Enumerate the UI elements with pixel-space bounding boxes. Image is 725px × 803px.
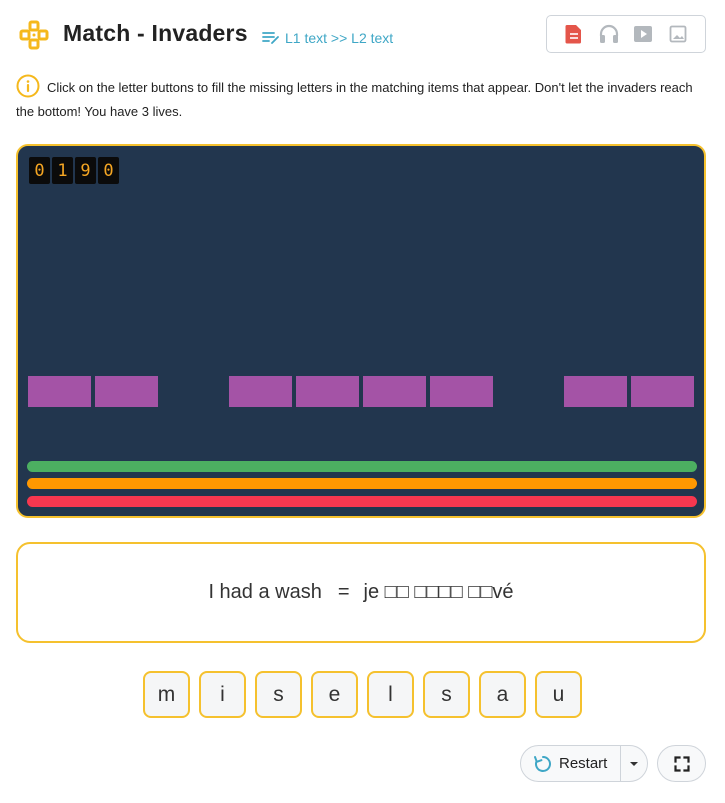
letter-button[interactable]: m: [143, 671, 190, 718]
l1-phrase: I had a wash: [208, 581, 322, 603]
life-bar-2: [27, 478, 697, 489]
restart-icon: [534, 755, 551, 772]
score-digit: 1: [52, 157, 73, 184]
life-bar-3: [27, 496, 697, 507]
invader: [631, 376, 694, 407]
score-digit: 0: [98, 157, 119, 184]
caret-down-icon: [630, 761, 638, 766]
invader-row: [28, 376, 698, 407]
language-direction-label: L1 text >> L2 text: [285, 30, 394, 46]
video-icon[interactable]: [632, 23, 654, 45]
score-display: 0 1 9 0: [29, 157, 119, 184]
letter-button[interactable]: s: [255, 671, 302, 718]
instructions-text: Click on the letter buttons to fill the …: [16, 80, 693, 119]
header: Match - Invaders L1 text >> L2 text: [0, 0, 725, 70]
invader: [564, 376, 627, 407]
letter-button[interactable]: a: [479, 671, 526, 718]
letter-button[interactable]: e: [311, 671, 358, 718]
invader: [229, 376, 292, 407]
letter-buttons: m i s e l s a u: [143, 671, 582, 718]
restart-dropdown-toggle[interactable]: [620, 746, 647, 781]
restart-button-group: Restart: [520, 745, 648, 782]
text-lines-icon: [262, 32, 279, 44]
game-board: 0 1 9 0: [16, 144, 706, 518]
page-title: Match - Invaders: [63, 20, 248, 46]
letter-button[interactable]: s: [423, 671, 470, 718]
invader: [296, 376, 359, 407]
equals-sign: =: [337, 581, 350, 603]
fullscreen-button[interactable]: [657, 745, 706, 782]
letter-button[interactable]: u: [535, 671, 582, 718]
document-icon[interactable]: [563, 23, 585, 45]
headphones-icon[interactable]: [598, 23, 620, 45]
language-direction: L1 text >> L2 text: [262, 30, 393, 46]
score-digit: 0: [29, 157, 50, 184]
gamepad-icon: [19, 20, 49, 50]
image-icon[interactable]: [667, 23, 689, 45]
invader: [28, 376, 91, 407]
restart-button[interactable]: Restart: [521, 746, 620, 781]
media-toolbar: [546, 15, 706, 53]
invader: [363, 376, 426, 407]
life-bar-1: [27, 461, 697, 472]
fullscreen-icon: [673, 755, 690, 772]
invader: [430, 376, 493, 407]
invader: [95, 376, 158, 407]
letter-button[interactable]: l: [367, 671, 414, 718]
l2-phrase-with-blanks: je □□ □□□□ □□vé: [363, 581, 514, 603]
restart-label: Restart: [559, 755, 608, 772]
letter-button[interactable]: i: [199, 671, 246, 718]
word-panel: I had a wash = je □□ □□□□ □□vé: [16, 542, 706, 643]
score-digit: 9: [75, 157, 96, 184]
